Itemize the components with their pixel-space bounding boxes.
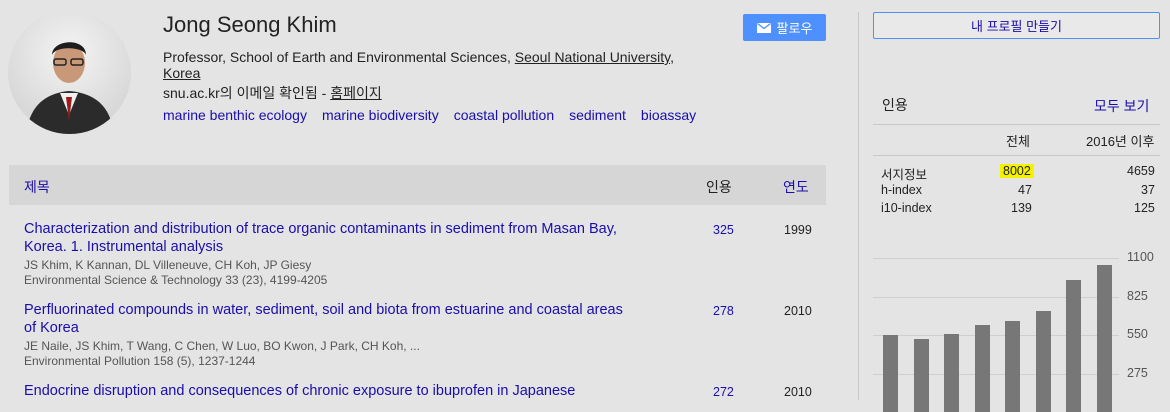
table-row: Characterization and distribution of tra…: [24, 220, 674, 288]
homepage-link[interactable]: 홈페이지: [330, 85, 382, 101]
paper-year: 2010: [784, 304, 812, 318]
y-tick-label: 825: [1127, 289, 1148, 303]
view-all-link[interactable]: 모두 보기: [1094, 96, 1149, 116]
paper-title-line: Characterization and distribution of tra…: [24, 221, 617, 237]
stat-all-value: 8002: [1000, 164, 1034, 178]
stat-label: i10-index: [881, 201, 932, 215]
interest-link[interactable]: marine benthic ecology: [163, 107, 307, 123]
affiliation-link[interactable]: Seoul National University,: [515, 49, 674, 65]
paper-authors: JE Naile, JS Khim, T Wang, C Chen, W Luo…: [24, 339, 674, 354]
chart-gridline: [873, 335, 1119, 336]
profile-email: snu.ac.kr의 이메일 확인됨 - 홈페이지: [163, 83, 382, 103]
chart-bar[interactable]: [1036, 311, 1051, 412]
interest-link[interactable]: sediment: [569, 107, 626, 123]
stat-label: 서지정보: [881, 164, 927, 183]
profile-name: Jong Seong Khim: [163, 12, 337, 38]
cited-by-heading: 인용: [882, 95, 908, 115]
affiliation-text: Professor, School of Earth and Environme…: [163, 49, 515, 65]
paper-title-line: of Korea: [24, 320, 79, 336]
email-verified-text: snu.ac.kr의 이메일 확인됨 -: [163, 85, 330, 101]
divider: [873, 155, 1160, 156]
stat-label: h-index: [881, 183, 922, 197]
interest-link[interactable]: bioassay: [641, 107, 696, 123]
paper-title-line: Perfluorinated compounds in water, sedim…: [24, 302, 623, 318]
chart-bar[interactable]: [975, 325, 990, 412]
follow-button[interactable]: 팔로우: [743, 14, 826, 41]
paper-title-line: Endocrine disruption and consequences of…: [24, 383, 575, 399]
table-row: Endocrine disruption and consequences of…: [24, 382, 674, 400]
affiliation-link-line2[interactable]: Korea: [163, 65, 200, 81]
table-header: [9, 165, 826, 205]
stat-since-value: 4659: [1127, 164, 1155, 178]
interest-link[interactable]: marine biodiversity: [322, 107, 439, 123]
paper-year: 2010: [784, 385, 812, 399]
y-tick-label: 550: [1127, 327, 1148, 341]
paper-title-line: Korea. 1. Instrumental analysis: [24, 239, 223, 255]
research-interests: marine benthic ecology marine biodiversi…: [163, 107, 696, 123]
chart-bar[interactable]: [883, 335, 898, 412]
cited-count-link[interactable]: 325: [713, 223, 734, 237]
chart-gridline: [873, 297, 1119, 298]
divider: [873, 124, 1160, 125]
avatar: [8, 11, 131, 134]
table-row: Perfluorinated compounds in water, sedim…: [24, 301, 674, 369]
paper-venue: Environmental Pollution 158 (5), 1237-12…: [24, 354, 674, 369]
col-header-since: 2016년 이후: [1086, 131, 1154, 150]
stat-all-value: 139: [1011, 201, 1032, 215]
citations-chart: 1100 825 550 275: [873, 250, 1163, 400]
paper-venue: Environmental Science & Technology 33 (2…: [24, 273, 674, 288]
y-tick-label: 1100: [1127, 250, 1154, 264]
mail-icon: [757, 23, 771, 33]
profile-affiliation: Professor, School of Earth and Environme…: [163, 49, 703, 81]
interest-link[interactable]: coastal pollution: [454, 107, 554, 123]
make-profile-button[interactable]: 내 프로필 만들기: [873, 12, 1160, 39]
sort-by-cited[interactable]: 인용: [706, 177, 732, 197]
cited-count-link[interactable]: 278: [713, 304, 734, 318]
paper-title-link[interactable]: Endocrine disruption and consequences of…: [24, 382, 674, 400]
stat-since-value: 125: [1134, 201, 1155, 215]
paper-authors: JS Khim, K Kannan, DL Villeneuve, CH Koh…: [24, 258, 674, 273]
chart-bar[interactable]: [1005, 321, 1020, 412]
follow-label: 팔로우: [777, 18, 813, 37]
highlighted-value: 8002: [1000, 164, 1034, 178]
chart-bar[interactable]: [914, 339, 929, 412]
stat-all-value: 47: [1018, 183, 1032, 197]
avatar-photo: [8, 11, 131, 134]
chart-gridline: [873, 374, 1119, 375]
y-tick-label: 275: [1127, 366, 1148, 380]
sort-by-title[interactable]: 제목: [24, 177, 50, 197]
paper-year: 1999: [784, 223, 812, 237]
chart-bar[interactable]: [1066, 280, 1081, 412]
paper-title-link[interactable]: Perfluorinated compounds in water, sedim…: [24, 301, 674, 337]
cited-count-link[interactable]: 272: [713, 385, 734, 399]
chart-bar[interactable]: [944, 334, 959, 412]
chart-gridline: [873, 258, 1119, 259]
paper-title-link[interactable]: Characterization and distribution of tra…: [24, 220, 674, 256]
sort-by-year[interactable]: 연도: [783, 177, 809, 197]
column-divider: [858, 12, 859, 400]
stat-since-value: 37: [1141, 183, 1155, 197]
chart-bar[interactable]: [1097, 265, 1112, 412]
col-header-all: 전체: [1006, 131, 1030, 150]
